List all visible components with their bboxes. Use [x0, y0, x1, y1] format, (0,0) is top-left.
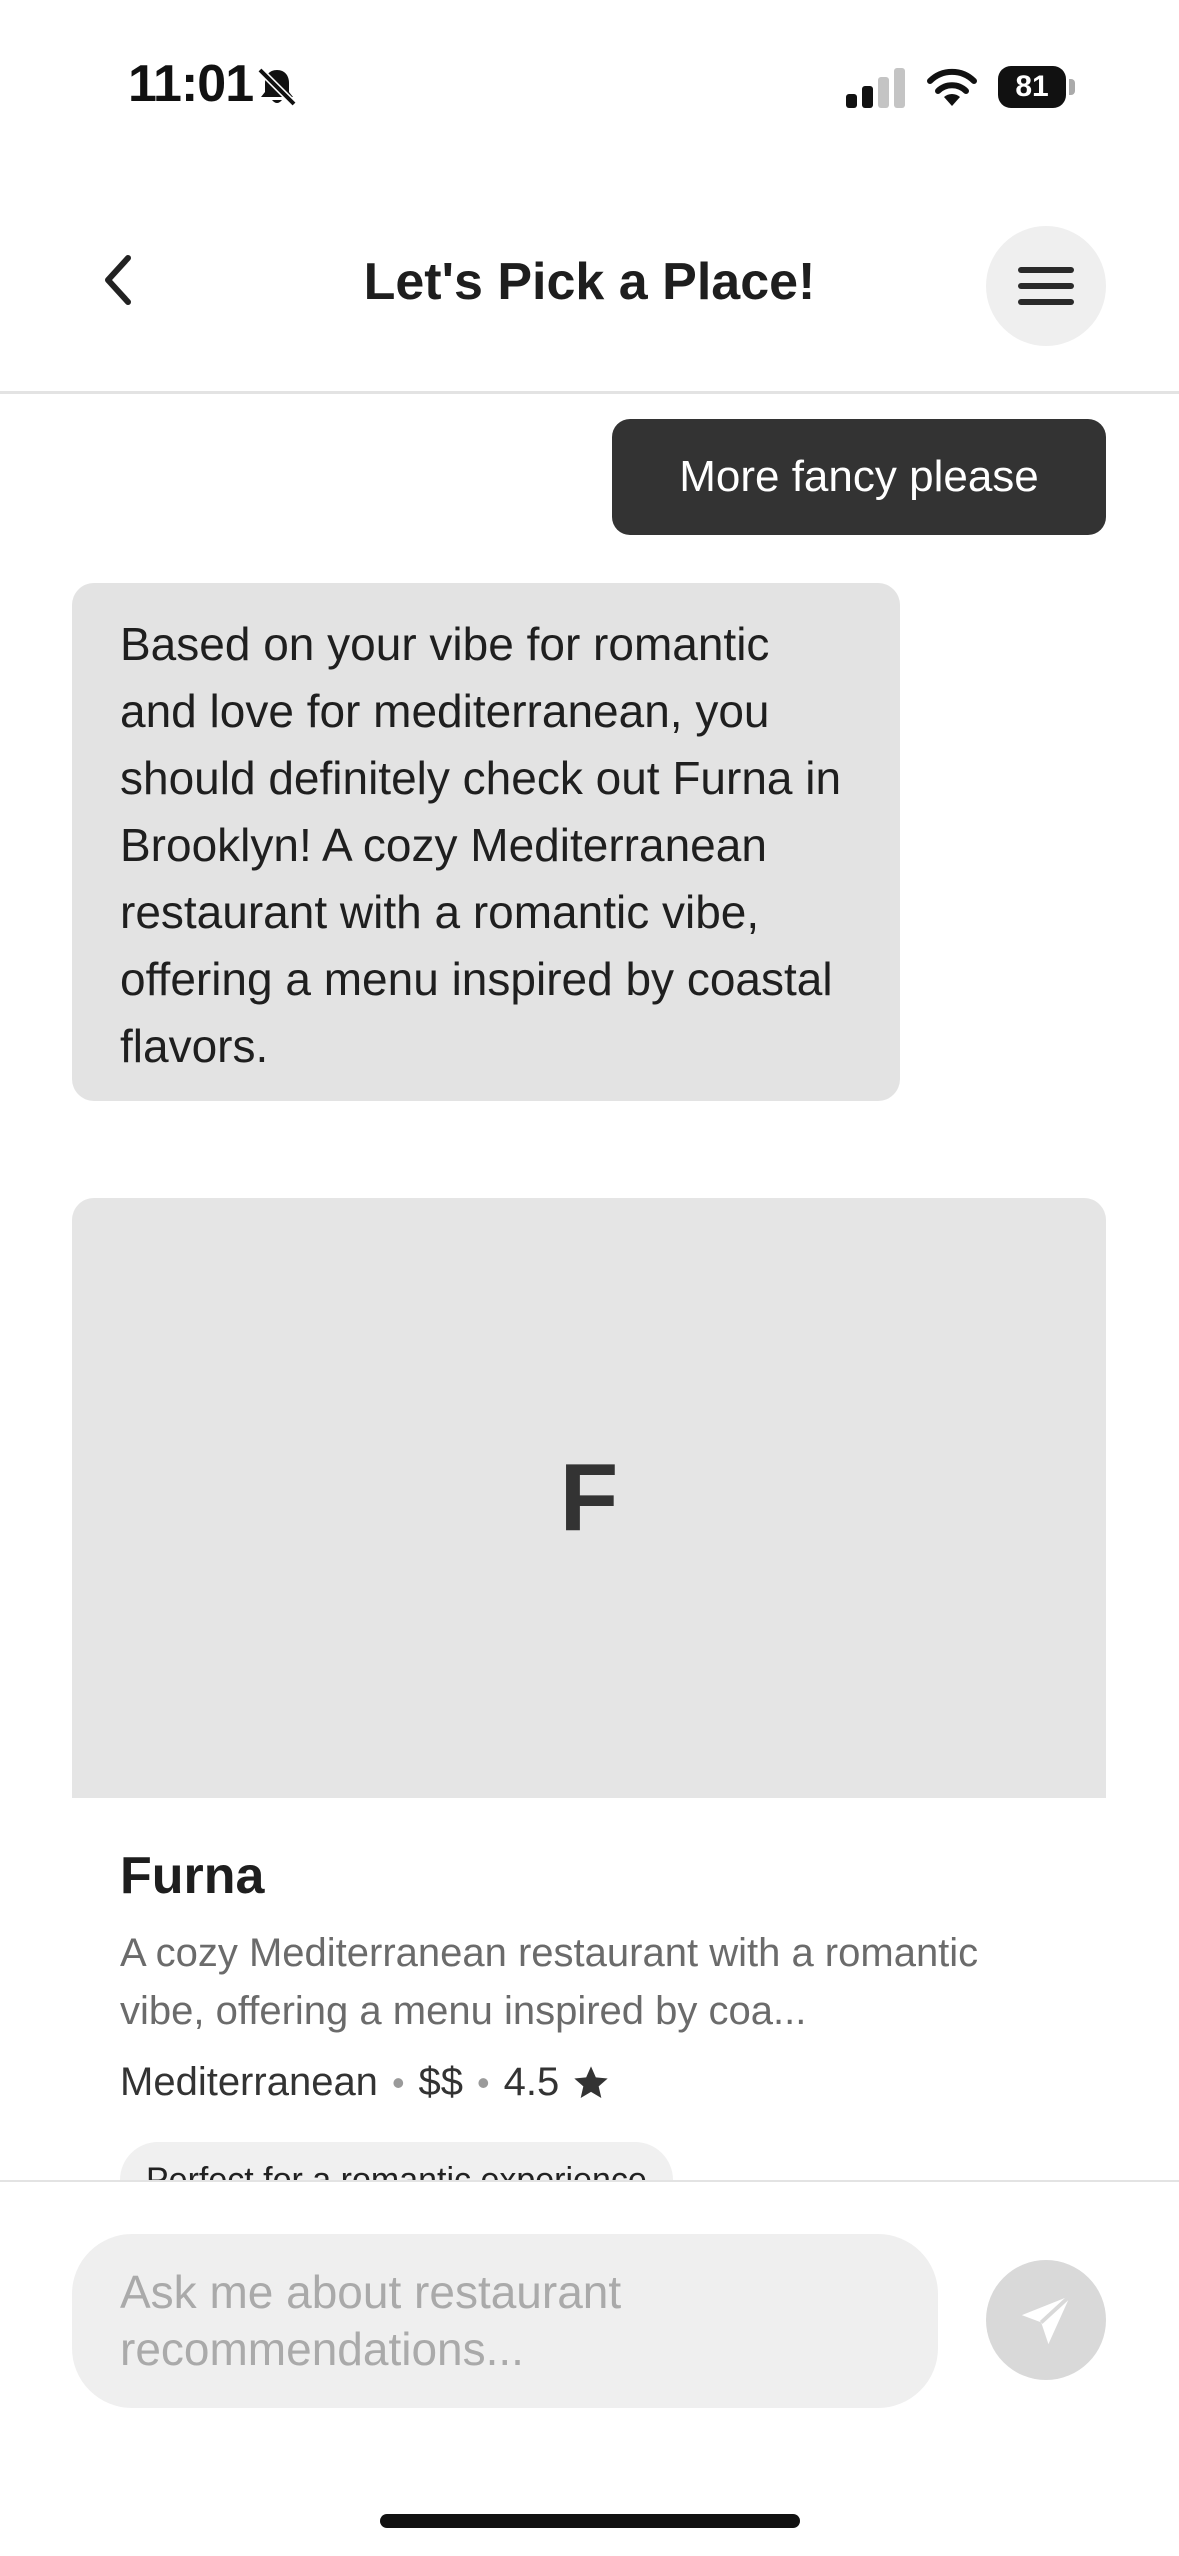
battery-level: 81: [1015, 70, 1049, 103]
wifi-icon: [924, 64, 980, 108]
star-icon: [571, 2063, 611, 2103]
cuisine-label: Mediterranean: [120, 2060, 378, 2104]
rating-value: 4.5: [503, 2060, 560, 2104]
assistant-message-bubble: Based on your vibe for romantic and love…: [72, 583, 900, 1101]
restaurant-card-image[interactable]: F: [72, 1198, 1106, 1798]
signal-icon: [844, 68, 908, 110]
status-time: 11:01: [128, 55, 254, 113]
send-icon: [1021, 2294, 1072, 2345]
status-bar: 11:01 81: [0, 0, 1179, 170]
bell-slash-icon: [254, 64, 300, 110]
message-composer: Ask me about restaurant recommendations.…: [0, 2180, 1179, 2556]
home-indicator[interactable]: [380, 2514, 800, 2528]
price-level: $$: [418, 2060, 464, 2104]
user-message-bubble: More fancy please: [612, 419, 1106, 535]
menu-button[interactable]: [986, 226, 1106, 346]
header: Let's Pick a Place!: [0, 170, 1179, 394]
send-button[interactable]: [986, 2260, 1106, 2380]
separator-dot: •: [391, 2061, 405, 2103]
menu-icon: [1018, 267, 1074, 305]
restaurant-meta: Mediterranean • $$ • 4.5: [120, 2060, 611, 2105]
restaurant-description: A cozy Mediterranean restaurant with a r…: [120, 1931, 979, 2033]
separator-dot: •: [477, 2061, 490, 2103]
restaurant-initial: F: [559, 1444, 619, 1551]
restaurant-name[interactable]: Furna: [120, 1846, 264, 1906]
message-input[interactable]: Ask me about restaurant recommendations.…: [72, 2234, 938, 2408]
battery-icon: 81: [998, 66, 1076, 108]
